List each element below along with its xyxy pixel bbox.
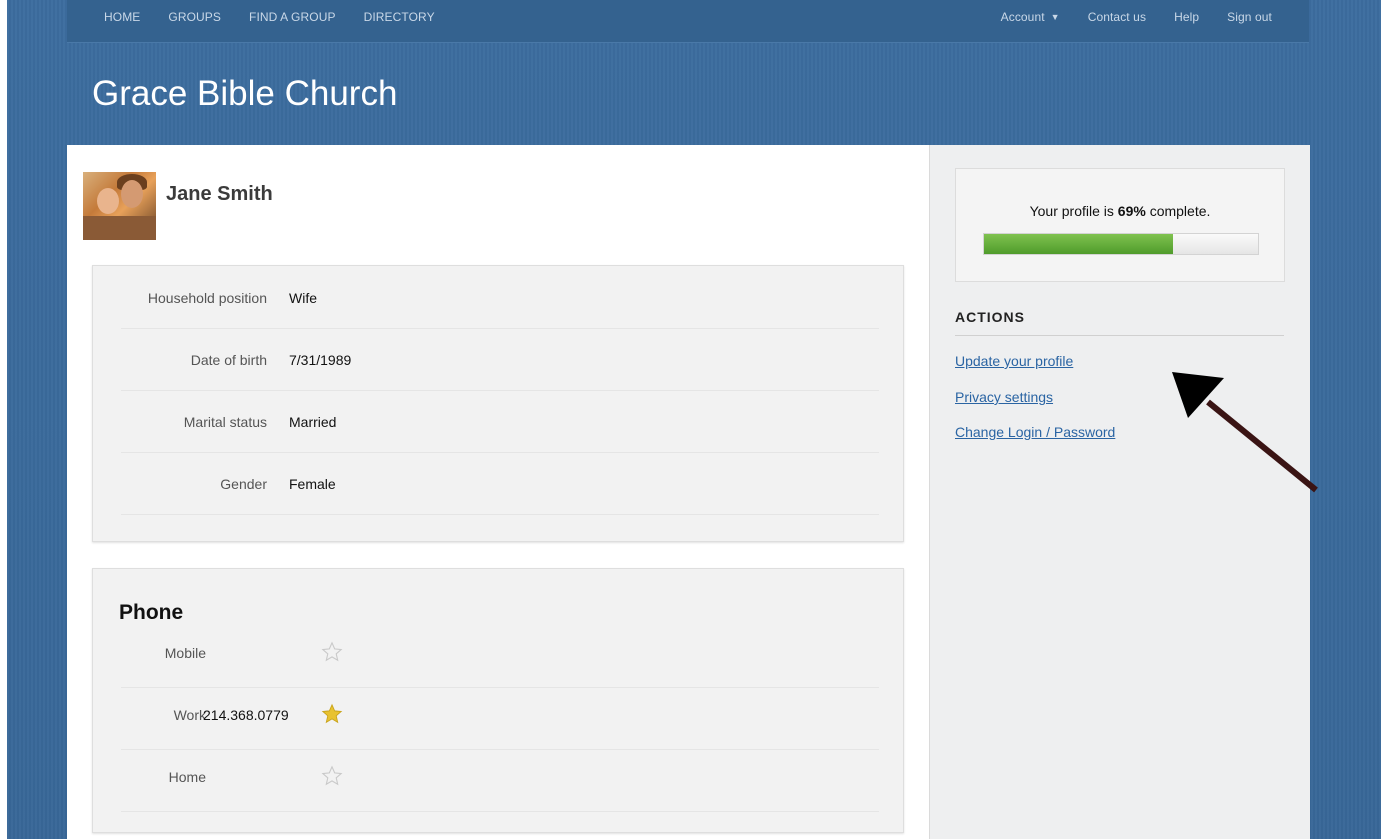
progress-bar-fill <box>984 234 1174 254</box>
profile-name: Jane Smith <box>166 183 273 205</box>
phone-label: Work <box>173 707 206 723</box>
detail-label: Gender <box>220 476 267 492</box>
nav-contact-us[interactable]: Contact us <box>1088 10 1146 24</box>
nav-account-label: Account <box>1000 10 1045 24</box>
right-margin <box>1381 0 1388 839</box>
privacy-settings-link[interactable]: Privacy settings <box>955 389 1053 405</box>
top-navbar: HOME GROUPS FIND A GROUP DIRECTORY Accou… <box>67 0 1309 43</box>
nav-find-a-group[interactable]: FIND A GROUP <box>249 10 336 24</box>
star-outline-icon[interactable] <box>321 765 343 787</box>
progress-text: Your profile is 69% complete. <box>956 203 1284 219</box>
site-title: Grace Bible Church <box>92 74 398 113</box>
nav-home[interactable]: HOME <box>104 10 140 24</box>
nav-sign-out[interactable]: Sign out <box>1227 10 1272 24</box>
phone-value: 214.368.0779 <box>203 707 289 723</box>
progress-bar <box>983 233 1259 255</box>
detail-value: Wife <box>289 290 317 306</box>
update-profile-link[interactable]: Update your profile <box>955 353 1073 369</box>
actions-heading: ACTIONS <box>955 309 1025 325</box>
phone-row-home: Home <box>121 749 879 812</box>
annotation-arrow-icon <box>1172 372 1318 493</box>
secondary-nav: Account ▼ Contact us Help Sign out <box>1001 10 1272 24</box>
detail-row: Gender Female <box>121 452 879 515</box>
detail-row: Marital status Married <box>121 390 879 453</box>
detail-row: Date of birth 7/31/1989 <box>121 328 879 391</box>
detail-label: Date of birth <box>190 352 267 368</box>
progress-text-prefix: Your profile is <box>1029 203 1118 219</box>
phone-card: Phone Mobile Work 214.368.0779 Home <box>92 568 904 833</box>
nav-directory[interactable]: DIRECTORY <box>364 10 435 24</box>
divider <box>955 335 1284 336</box>
phone-label: Mobile <box>164 645 206 661</box>
progress-text-suffix: complete. <box>1145 203 1211 219</box>
profile-details-card: Household position Wife Date of birth 7/… <box>92 265 904 542</box>
detail-value: 7/31/1989 <box>289 352 352 368</box>
phone-section-title: Phone <box>119 601 184 624</box>
phone-row-mobile: Mobile <box>121 625 879 688</box>
nav-help[interactable]: Help <box>1174 10 1199 24</box>
avatar <box>83 172 156 240</box>
detail-label: Marital status <box>183 414 267 430</box>
star-outline-icon[interactable] <box>321 641 343 663</box>
detail-row: Household position Wife <box>121 266 879 329</box>
detail-label: Household position <box>147 290 267 306</box>
detail-value: Female <box>289 476 336 492</box>
detail-value: Married <box>289 414 337 430</box>
change-login-password-link[interactable]: Change Login / Password <box>955 424 1115 440</box>
star-filled-icon[interactable] <box>321 703 343 725</box>
phone-row-work: Work 214.368.0779 <box>121 687 879 750</box>
profile-progress-box: Your profile is 69% complete. <box>955 168 1285 282</box>
nav-account-dropdown[interactable]: Account ▼ <box>1001 10 1060 24</box>
progress-percent: 69% <box>1117 203 1146 219</box>
primary-nav: HOME GROUPS FIND A GROUP DIRECTORY <box>104 10 435 24</box>
profile-main: Jane Smith Household position Wife Date … <box>67 145 929 839</box>
left-margin <box>0 0 7 839</box>
nav-groups[interactable]: GROUPS <box>168 10 221 24</box>
phone-label: Home <box>168 769 206 785</box>
caret-down-icon: ▼ <box>1050 12 1060 22</box>
